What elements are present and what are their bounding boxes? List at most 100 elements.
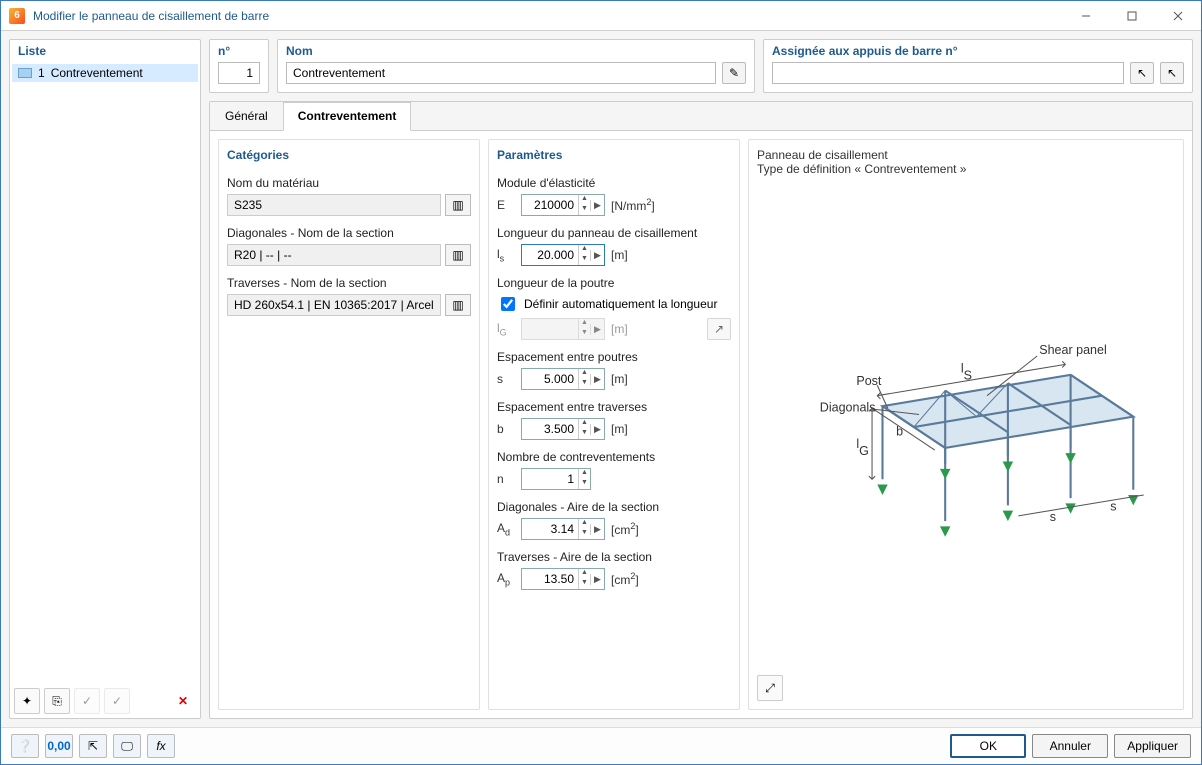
categories-column: Catégories Nom du matériau ▥ Diagonales … (218, 139, 480, 710)
Ap-input[interactable]: ▲▼ ▶ (521, 568, 605, 590)
pick-single-button[interactable]: ↖ (1130, 62, 1154, 84)
spin-down-icon[interactable]: ▼ (579, 205, 590, 215)
tab-bar: Général Contreventement (210, 102, 1192, 131)
lg-label: Longueur de la poutre (497, 276, 731, 290)
b-label: Espacement entre traverses (497, 400, 731, 414)
n-value-field[interactable] (522, 469, 578, 489)
cursor-icon: ↖ (1137, 66, 1147, 80)
material-library-button[interactable]: ▥ (445, 194, 471, 216)
s-label: Espacement entre poutres (497, 350, 731, 364)
ok-button[interactable]: OK (950, 734, 1026, 758)
spin-down-icon[interactable]: ▼ (579, 429, 590, 439)
E-value-field[interactable] (522, 195, 578, 215)
n-input[interactable]: ▲▼ (521, 468, 591, 490)
enlarge-icon: ⤢ (765, 681, 775, 696)
tool-b-button[interactable]: 🖵 (113, 734, 141, 758)
list-panel: Liste 1 Contreventement ✦ ⎘ ✓ ✓ ✕ (9, 39, 201, 719)
edit-name-button[interactable]: ✎ (722, 62, 746, 84)
list-item[interactable]: 1 Contreventement (12, 64, 198, 82)
ls-value-field[interactable] (522, 245, 578, 265)
enlarge-image-button[interactable]: ⤢ (757, 675, 783, 701)
spin-up-icon[interactable]: ▲ (579, 569, 590, 579)
tab-contreventement[interactable]: Contreventement (283, 102, 412, 131)
tab-general[interactable]: Général (210, 102, 283, 130)
color-swatch-icon (18, 68, 32, 78)
dropdown-icon[interactable]: ▶ (590, 200, 604, 211)
pick-multi-button[interactable]: ↖ (1160, 62, 1184, 84)
spin-up-icon[interactable]: ▲ (579, 195, 590, 205)
lg-pick-button: ↗ (707, 318, 731, 340)
E-label: Module d'élasticité (497, 176, 731, 190)
image-caption-line2: Type de définition « Contreventement » (757, 162, 1175, 176)
new-button[interactable]: ✦ (14, 688, 40, 714)
dropdown-icon[interactable]: ▶ (590, 424, 604, 435)
Ap-value-field[interactable] (522, 569, 578, 589)
tool-c-button[interactable]: fx (147, 734, 175, 758)
s-input[interactable]: ▲▼ ▶ (521, 368, 605, 390)
minimize-button[interactable] (1063, 1, 1109, 31)
b-input[interactable]: ▲▼ ▶ (521, 418, 605, 440)
diagonals-section-field[interactable] (227, 244, 441, 266)
n-symbol: n (497, 472, 515, 486)
dropdown-icon[interactable]: ▶ (590, 250, 604, 261)
diagonals-library-button[interactable]: ▥ (445, 244, 471, 266)
Ad-unit: [cm2] (611, 521, 639, 537)
image-column: Panneau de cisaillement Type de définiti… (748, 139, 1184, 710)
copy-button[interactable]: ⎘ (44, 688, 70, 714)
spin-down-icon[interactable]: ▼ (579, 379, 590, 389)
E-unit: [N/mm2] (611, 197, 655, 213)
dropdown-icon[interactable]: ▶ (590, 524, 604, 535)
auto-length-checkbox[interactable]: Définir automatiquement la longueur (497, 294, 731, 314)
list[interactable]: 1 Contreventement (10, 62, 200, 684)
s-unit: [m] (611, 372, 628, 386)
ls-symbol: ls (497, 247, 515, 263)
cancel-button[interactable]: Annuler (1032, 734, 1108, 758)
s-value-field[interactable] (522, 369, 578, 389)
b-symbol: b (497, 422, 515, 436)
E-input[interactable]: ▲▼ ▶ (521, 194, 605, 216)
Ap-unit: [cm2] (611, 571, 639, 587)
exclude-button: ✓ (104, 688, 130, 714)
diagram-lg-label: lG (856, 436, 869, 457)
Ad-label: Diagonales - Aire de la section (497, 500, 731, 514)
name-header: Nom (278, 40, 754, 62)
close-button[interactable] (1155, 1, 1201, 31)
lg-value-field (522, 319, 578, 339)
apply-button[interactable]: Appliquer (1114, 734, 1191, 758)
assign-input[interactable] (772, 62, 1124, 84)
ls-input[interactable]: ▲▼ ▶ (521, 244, 605, 266)
dropdown-icon[interactable]: ▶ (590, 374, 604, 385)
transoms-library-button[interactable]: ▥ (445, 294, 471, 316)
transoms-section-field[interactable] (227, 294, 441, 316)
help-button[interactable]: ❔ (11, 734, 39, 758)
tool-a-button[interactable]: ⇱ (79, 734, 107, 758)
dropdown-icon[interactable]: ▶ (590, 574, 604, 585)
diagram-s-label-1: s (1050, 510, 1056, 524)
cursor-multi-icon: ↖ (1167, 66, 1177, 80)
material-field[interactable] (227, 194, 441, 216)
spin-down-icon[interactable]: ▼ (579, 579, 590, 589)
spin-down-icon[interactable]: ▼ (579, 479, 590, 489)
spin-down-icon[interactable]: ▼ (579, 255, 590, 265)
Ad-value-field[interactable] (522, 519, 578, 539)
Ad-input[interactable]: ▲▼ ▶ (521, 518, 605, 540)
person-icon: ⇱ (88, 739, 98, 753)
spin-up-icon[interactable]: ▲ (579, 469, 590, 479)
ls-unit: [m] (611, 248, 628, 262)
delete-button[interactable]: ✕ (170, 688, 196, 714)
maximize-button[interactable] (1109, 1, 1155, 31)
spin-up-icon: ▲ (579, 319, 590, 329)
units-button[interactable]: 0,00 (45, 734, 73, 758)
spin-up-icon[interactable]: ▲ (579, 519, 590, 529)
titlebar: 6 Modifier le panneau de cisaillement de… (1, 1, 1201, 31)
name-input[interactable] (286, 62, 716, 84)
auto-length-input[interactable] (501, 297, 515, 311)
spin-up-icon[interactable]: ▲ (579, 369, 590, 379)
help-icon: ❔ (18, 739, 33, 753)
number-input[interactable] (218, 62, 260, 84)
spin-up-icon[interactable]: ▲ (579, 245, 590, 255)
spin-up-icon[interactable]: ▲ (579, 419, 590, 429)
diagram-ls-label: lS (961, 361, 972, 382)
b-value-field[interactable] (522, 419, 578, 439)
spin-down-icon[interactable]: ▼ (579, 529, 590, 539)
